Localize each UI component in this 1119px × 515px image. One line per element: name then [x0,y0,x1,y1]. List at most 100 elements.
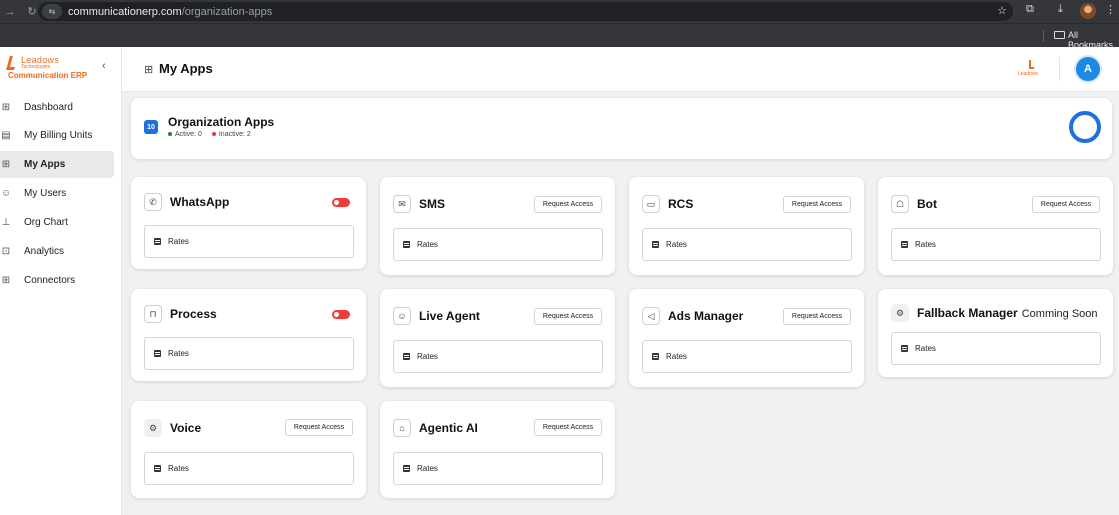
rates-button[interactable]: Rates [891,228,1101,261]
app-title: Agentic AI [419,421,478,435]
request-access-button[interactable]: Request Access [1032,196,1100,213]
brand-logo[interactable]: Leadows Technologies Communication ERP [6,55,98,81]
rates-label: Rates [666,240,687,249]
request-access-button[interactable]: Request Access [534,308,602,325]
rates-button[interactable]: Rates [891,332,1101,365]
app-title: WhatsApp [170,195,230,209]
address-bar[interactable]: ⇆ communicationerp.com/organization-apps… [38,2,1013,21]
folder-icon [1054,31,1065,39]
document-icon [154,350,161,357]
document-icon [652,241,659,248]
app-title-text: Fallback Manager [917,306,1018,320]
extensions-icon[interactable]: ⧉ [1026,3,1034,16]
app-card-ads-manager: ◁ Ads Manager Request Access Rates [629,289,864,387]
app-card-voice: ⚙ Voice Request Access Rates [131,401,366,498]
rates-button[interactable]: Rates [642,340,852,373]
bookmark-star-icon[interactable]: ☆ [997,4,1007,17]
sidebar-item-label: Analytics [24,246,65,257]
page-title: My Apps [159,61,213,76]
rates-label: Rates [915,240,936,249]
reload-icon[interactable]: ↻ [26,5,38,18]
sidebar-item-label: My Users [24,188,67,199]
browser-toolbar: → ↻ ⇆ communicationerp.com/organization-… [0,0,1119,23]
rates-label: Rates [666,352,687,361]
document-icon [403,241,410,248]
profile-avatar[interactable] [1080,3,1096,19]
org-chart-icon: ⊥ [1,217,11,228]
rates-button[interactable]: Rates [144,337,354,370]
rates-button[interactable]: Rates [393,340,603,373]
app-card-whatsapp: ✆ WhatsApp Rates [131,177,366,269]
app-title: SMS [419,197,446,211]
sidebar: Leadows Technologies Communication ERP ‹… [0,47,122,515]
logo-mark-icon [1029,60,1034,69]
document-icon [154,465,161,472]
sidebar-item-connectors[interactable]: ⊞ Connectors [0,267,114,294]
active-dot-icon [168,132,172,137]
analytics-icon: ⊡ [1,246,11,257]
user-avatar[interactable]: A [1076,57,1100,81]
bookmarks-bar: All Bookmarks [0,23,1119,50]
rates-button[interactable]: Rates [393,228,603,261]
brand-product: Communication ERP [8,71,88,80]
summary-title: Organization Apps [168,115,275,129]
app-title: Process [170,307,217,321]
sidebar-item-billing-units[interactable]: ▤ My Billing Units [0,122,114,149]
app-toggle[interactable] [332,310,350,319]
rates-label: Rates [417,240,438,249]
sidebar-item-my-users[interactable]: ☺ My Users [0,180,114,207]
active-text: Active: 0 [175,131,202,138]
forward-icon[interactable]: → [4,6,16,18]
request-access-button[interactable]: Request Access [534,196,602,213]
brand-sub: Technologies [21,64,51,70]
rates-label: Rates [417,352,438,361]
sidebar-item-org-chart[interactable]: ⊥ Org Chart [0,209,114,236]
live-agent-icon: ☺ [393,307,411,325]
rates-button[interactable]: Rates [642,228,852,261]
document-icon [901,345,908,352]
download-icon[interactable]: ⤓ [1058,3,1063,16]
app-card-sms: ✉ SMS Request Access Rates [380,177,615,275]
app-card-bot: ☖ Bot Request Access Rates [878,177,1113,275]
app-card-process: ⊓ Process Rates [131,289,366,381]
site-info-icon[interactable]: ⇆ [42,4,62,19]
rates-button[interactable]: Rates [144,225,354,258]
app-card-live-agent: ☺ Live Agent Request Access Rates [380,289,615,387]
sidebar-item-label: My Apps [24,159,66,170]
rates-label: Rates [417,464,438,473]
document-icon [403,465,410,472]
menu-icon[interactable]: ⋮ [1105,3,1116,16]
bookmarks-divider [1043,30,1044,42]
sidebar-item-dashboard[interactable]: ⊞ Dashboard [0,94,114,121]
connectors-icon: ⊞ [1,275,11,286]
grid-icon: ⊞ [1,102,11,113]
sidebar-item-label: Org Chart [24,217,68,228]
billing-icon: ▤ [1,130,11,141]
apps-icon: ⊞ [1,159,11,170]
gear-icon: ⚙ [144,419,162,437]
request-access-button[interactable]: Request Access [783,196,851,213]
document-icon [652,353,659,360]
brand-mark-icon [6,56,18,70]
rates-button[interactable]: Rates [393,452,603,485]
collapse-sidebar-icon[interactable]: ‹ [102,60,106,72]
url-path: /organization-apps [181,5,273,18]
app-title: Ads Manager [668,309,744,323]
request-access-button[interactable]: Request Access [783,308,851,325]
summary-stats: Active: 0 Inactive: 2 [168,131,251,138]
sidebar-item-label: Connectors [24,275,76,286]
sidebar-item-my-apps[interactable]: ⊞ My Apps [0,151,114,178]
bot-icon: ☖ [891,195,909,213]
request-access-button[interactable]: Request Access [285,419,353,436]
process-icon: ⊓ [144,305,162,323]
rates-button[interactable]: Rates [144,452,354,485]
sidebar-item-analytics[interactable]: ⊡ Analytics [0,238,114,265]
request-access-button[interactable]: Request Access [534,419,602,436]
status-ring-icon [1069,111,1101,143]
rates-label: Rates [168,349,189,358]
url-host: communicationerp.com [68,5,182,18]
sms-icon: ✉ [393,195,411,213]
header-divider [1059,57,1060,81]
app-toggle[interactable] [332,198,350,207]
sidebar-item-label: Dashboard [24,102,73,113]
